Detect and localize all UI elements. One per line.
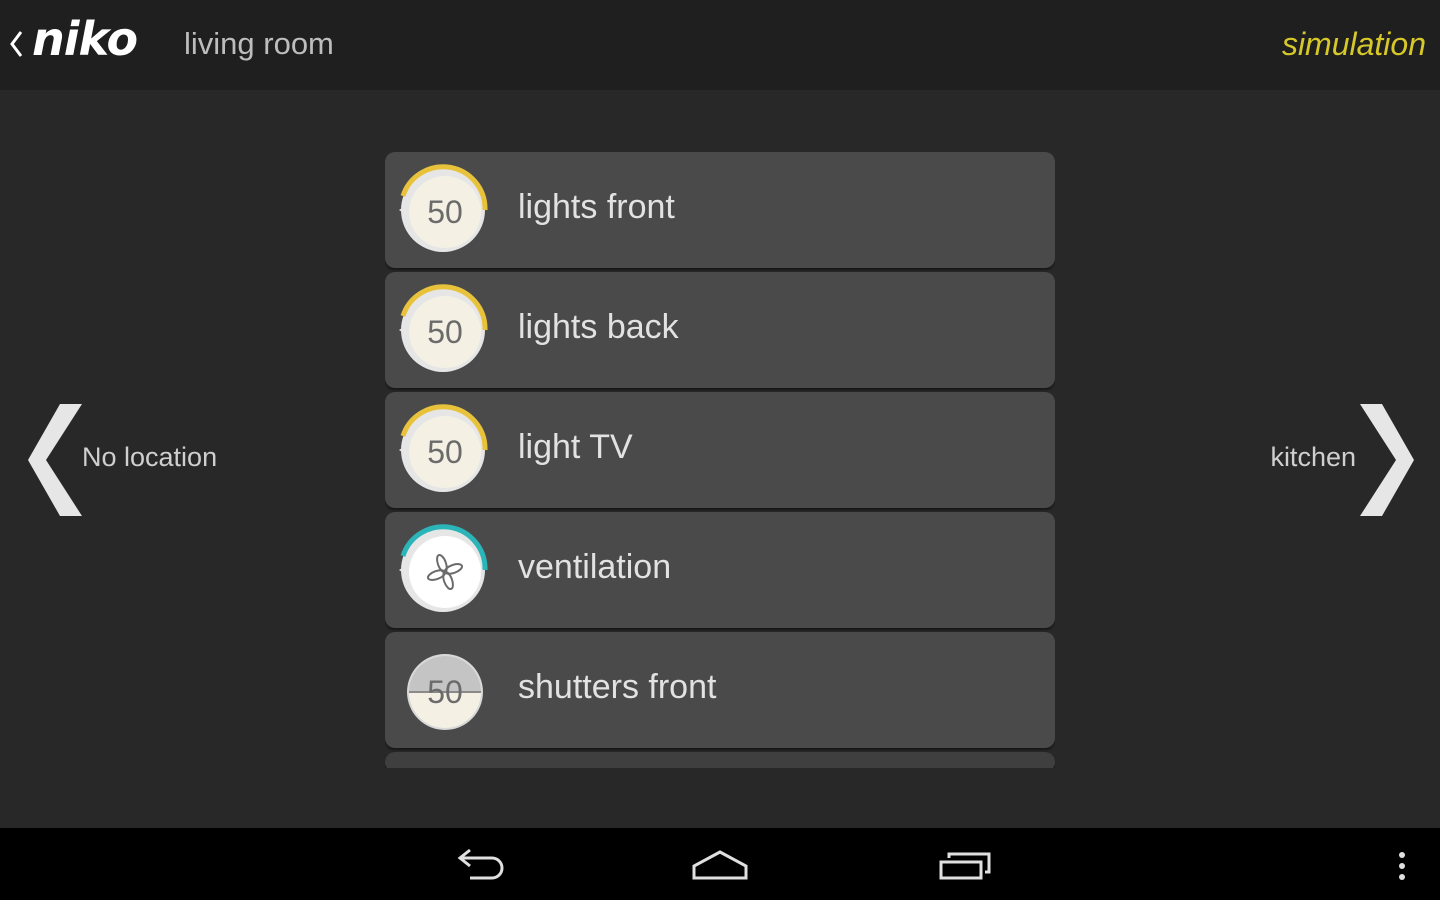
device-row-shutters-front[interactable]: 50 shutters front (385, 632, 1055, 748)
device-label: lights front (518, 188, 675, 226)
device-label: light TV (518, 428, 633, 466)
action-bar: niko living room simulation (0, 0, 1440, 90)
chevron-left-icon (28, 404, 82, 516)
device-label: lights back (518, 308, 679, 346)
previous-location-label: No location (82, 442, 218, 472)
device-row-ventilation[interactable]: ventilation (385, 512, 1055, 628)
device-label: shutters front (518, 668, 717, 706)
fan-icon[interactable] (397, 524, 489, 616)
simulation-label: simulation (1281, 26, 1426, 62)
room-title: living room (184, 26, 334, 61)
device-row-partial[interactable] (385, 752, 1055, 768)
dimmer-value: 50 (427, 313, 463, 350)
niko-logo[interactable]: niko (32, 12, 138, 66)
overflow-menu-icon[interactable] (1392, 840, 1412, 888)
recent-apps-icon[interactable] (935, 840, 995, 888)
shutter-dial-icon[interactable]: 50 (397, 644, 489, 736)
home-icon[interactable] (690, 840, 750, 888)
next-location-button[interactable]: kitchen (1238, 402, 1418, 518)
dimmer-dial-icon[interactable]: 50 (397, 164, 489, 256)
device-row-light-tv[interactable]: 50 light TV (385, 392, 1055, 508)
device-label: ventilation (518, 548, 672, 586)
system-navigation-bar (0, 828, 1440, 900)
dimmer-value: 50 (427, 433, 463, 470)
next-location-label: kitchen (1270, 442, 1356, 472)
dimmer-dial-icon[interactable]: 50 (397, 404, 489, 496)
up-caret-icon[interactable] (6, 24, 26, 64)
back-icon[interactable] (448, 840, 508, 888)
dimmer-value: 50 (427, 193, 463, 230)
shutter-value: 50 (427, 673, 463, 710)
device-row-lights-back[interactable]: 50 lights back (385, 272, 1055, 388)
previous-location-button[interactable]: No location (24, 402, 244, 518)
device-row-lights-front[interactable]: 50 lights front (385, 152, 1055, 268)
device-list[interactable]: 50 lights front 50 lights back 50 light … (385, 152, 1055, 768)
chevron-right-icon (1360, 404, 1414, 516)
dimmer-dial-icon[interactable]: 50 (397, 284, 489, 376)
